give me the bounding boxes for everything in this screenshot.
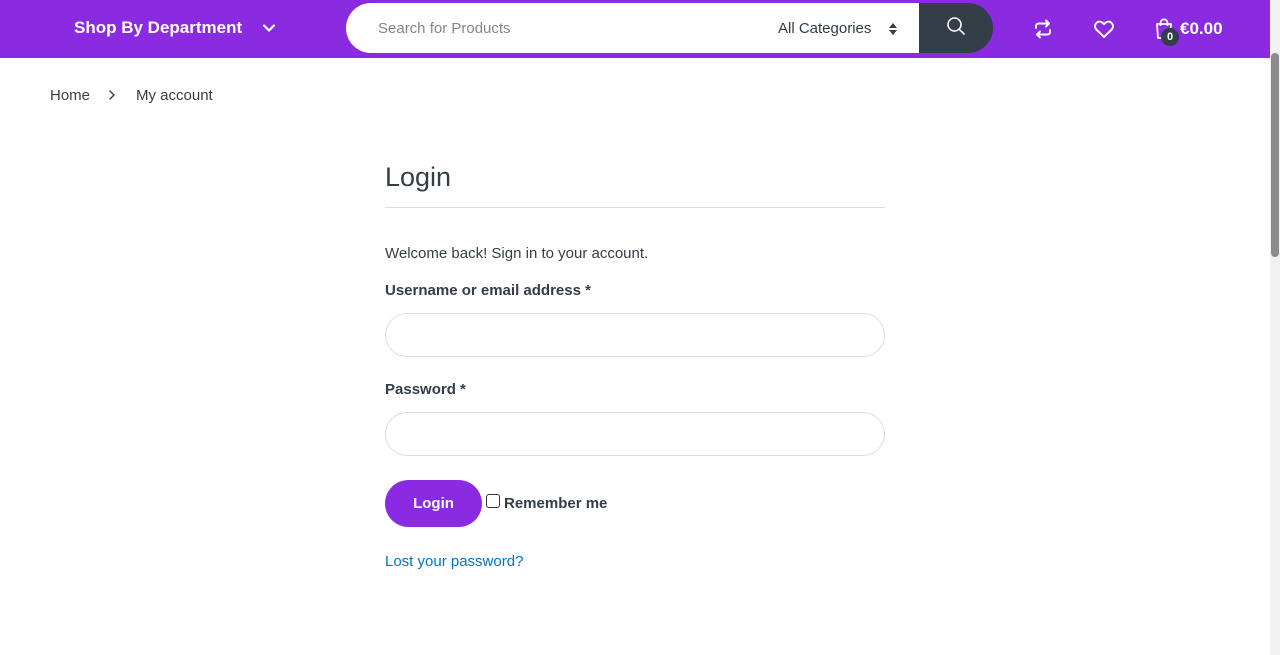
breadcrumb: Home My account [50,86,213,104]
mini-cart[interactable]: 0 €0.00 [1154,16,1223,46]
welcome-text: Welcome back! Sign in to your account. [385,245,649,262]
chevron-right-icon [108,90,116,100]
search-icon [946,16,966,41]
compare-icon[interactable] [1032,18,1054,40]
password-field[interactable] [385,412,885,456]
username-field[interactable] [385,313,885,357]
remember-me-label: Remember me [504,495,608,512]
search-button[interactable] [919,3,993,53]
header-bar: Shop By Department All Categories 0 €0.0… [0,0,1270,58]
breadcrumb-home-link[interactable]: Home [50,87,90,104]
category-select[interactable]: All Categories [761,3,919,53]
login-form: Login Welcome back! Sign in to your acco… [385,160,885,571]
title-divider [385,207,885,208]
login-title: Login [385,162,452,192]
select-arrows-icon [889,22,897,35]
chevron-down-icon [262,21,276,35]
heart-icon[interactable] [1093,18,1115,40]
password-label: Password * [385,381,466,398]
bag-icon: 0 [1154,18,1179,46]
search-input[interactable] [346,3,761,53]
department-label: Shop By Department [74,18,243,37]
remember-me-checkbox[interactable] [486,493,500,508]
scrollbar-thumb[interactable] [1271,53,1279,257]
form-actions: Login Remember me [385,480,885,527]
cart-count-badge: 0 [1161,28,1179,46]
cart-amount: €0.00 [1180,19,1223,38]
category-select-value: All Categories [778,19,872,37]
lost-password-link[interactable]: Lost your password? [385,553,523,570]
login-button[interactable]: Login [385,480,482,527]
shop-by-department-button[interactable]: Shop By Department [74,17,276,39]
username-label: Username or email address * [385,282,591,299]
search-bar: All Categories [346,3,993,53]
remember-me-option[interactable]: Remember me [486,493,607,512]
breadcrumb-current: My account [136,86,213,104]
